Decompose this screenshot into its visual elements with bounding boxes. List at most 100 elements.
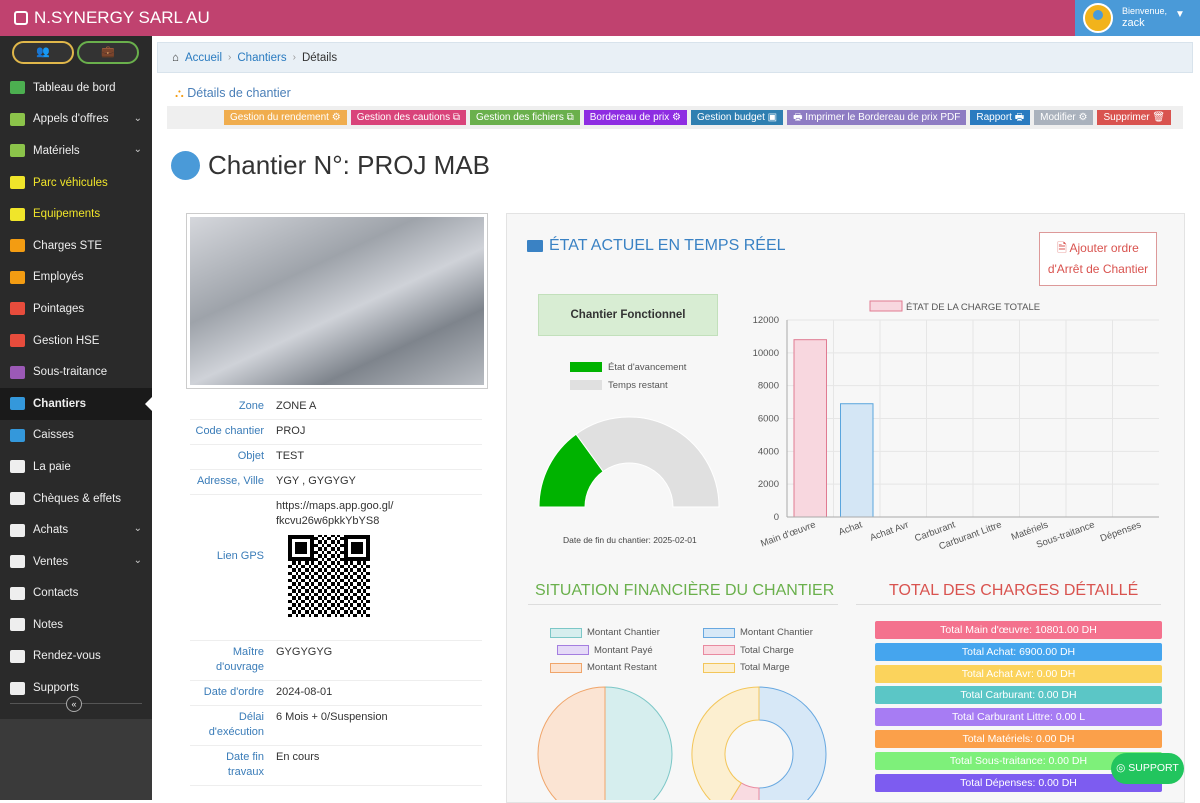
sidebar-item-gestion-hse[interactable]: Gestion HSE	[0, 325, 152, 357]
y-tick-label: 6000	[758, 414, 779, 425]
warning-icon	[10, 334, 25, 348]
status-badge: Chantier Fonctionnel	[538, 294, 718, 336]
sidebar-item-ventes[interactable]: Ventes ⌄	[0, 546, 152, 578]
legend-swatch	[550, 627, 582, 638]
divider	[856, 604, 1161, 605]
legend-label: État d'avancement	[608, 361, 687, 373]
sidebar-item-equipements[interactable]: Equipements	[0, 198, 152, 230]
legend-swatch	[570, 380, 602, 390]
sitemap-icon: ⛬	[175, 86, 184, 100]
sidebar-item-employ-s[interactable]: Employés	[0, 262, 152, 294]
sidebar-item-label: Supports	[33, 682, 80, 695]
dashboard-icon	[10, 81, 25, 95]
details-heading-text: Détails de chantier	[187, 86, 291, 100]
pie-legend-item: Montant Restant	[550, 662, 657, 673]
total-bar: Total Achat: 6900.00 DH	[875, 642, 1162, 661]
action-button-3[interactable]: Bordereau de prix ⚙	[583, 110, 688, 125]
field-label: Lien GPS	[216, 550, 264, 562]
avatar	[1083, 3, 1113, 33]
sidebar-item-label: Tableau de bord	[33, 81, 116, 94]
qr-code	[288, 535, 370, 617]
sidebar-item-label: Chantiers	[33, 397, 87, 410]
action-button-7[interactable]: Modifier ⚙	[1034, 110, 1094, 125]
field-value: GYGYGYG	[276, 646, 333, 658]
field-value: 6 Mois + 0/Suspension	[276, 711, 388, 723]
sidebar-item-label: Equipements	[33, 208, 101, 221]
action-button-5[interactable]: 🖶 Imprimer le Bordereau de prix PDF	[787, 110, 967, 125]
sidebar: 👥 💼 Tableau de bord Appels d'offres ⌄ Matér…	[0, 36, 152, 800]
collapse-sidebar[interactable]: «	[10, 696, 142, 712]
sidebar-item-label: Rendez-vous	[33, 650, 101, 663]
action-button-8[interactable]: Supprimer 🗑	[1097, 110, 1172, 125]
donut-slice	[758, 686, 827, 800]
legend-swatch	[703, 627, 735, 638]
project-info: Zone ZONE A Code chantier PROJ Objet TEST Adre…	[190, 395, 482, 786]
action-button-0[interactable]: Gestion du rendement ⚙	[224, 110, 347, 125]
user-menu[interactable]: Bienvenue, zack ▼	[1075, 0, 1200, 36]
sidebar-item-contacts[interactable]: Contacts	[0, 578, 152, 610]
users-toggle-button[interactable]: 👥	[12, 41, 74, 64]
field-label: Objet	[237, 450, 264, 462]
sidebar-item-tableau-de-bord[interactable]: Tableau de bord	[0, 72, 152, 104]
sidebar-item-achats[interactable]: Achats ⌄	[0, 514, 152, 546]
pie-slice	[604, 686, 673, 800]
details-heading: ⛬ Détails de chantier	[175, 86, 291, 101]
sidebar-item-pointages[interactable]: Pointages	[0, 293, 152, 325]
briefcase-toggle-button[interactable]: 💼	[77, 41, 139, 64]
total-bar: Total Main d'œuvre: 10801.00 DH	[875, 621, 1162, 639]
pie-legend-item: Total Charge	[703, 645, 794, 656]
action-button-1[interactable]: Gestion des cautions ⧉	[350, 110, 467, 125]
field-label: Date d'ordre	[203, 686, 264, 698]
y-tick-label: 2000	[758, 479, 779, 490]
home-icon[interactable]: ⌂	[172, 52, 179, 64]
sidebar-footer	[0, 719, 152, 800]
x-tick-label: Main d'œuvre	[759, 519, 817, 549]
sidebar-item-ch-ques-effets[interactable]: Chèques & effets	[0, 483, 152, 515]
end-date: Date de fin du chantier: 2025-02-01	[563, 535, 697, 545]
pie-legend-item: Montant Payé	[557, 645, 653, 656]
breadcrumb-chantiers[interactable]: Chantiers	[237, 52, 286, 64]
gps-link[interactable]: https://maps.app.goo.gl/ fkcvu26w6pkkYbY…	[276, 499, 406, 529]
brand[interactable]: N.SYNERGY SARL AU	[14, 8, 210, 28]
legend-swatch	[703, 662, 735, 673]
info-row: Date d'ordre 2024-08-01	[190, 681, 482, 706]
field-label: Code chantier	[195, 425, 265, 437]
castle-icon	[171, 151, 200, 180]
add-stop-order-button[interactable]: 🗎 Ajouter ordre d'Arrêt de Chantier	[1039, 232, 1157, 286]
sidebar-item-rendez-vous[interactable]: Rendez-vous	[0, 641, 152, 673]
greeting: Bienvenue,	[1122, 6, 1168, 16]
sidebar-item-appels-d-offres[interactable]: Appels d'offres ⌄	[0, 104, 152, 136]
sidebar-item-chantiers[interactable]: Chantiers	[0, 387, 152, 420]
y-tick-label: 10000	[753, 348, 779, 359]
bar	[840, 403, 874, 518]
sidebar-item-parc-v-hicules[interactable]: Parc véhicules	[0, 167, 152, 199]
sidebar-item-mat-riels[interactable]: Matériels ⌄	[0, 135, 152, 167]
financial-title: SITUATION FINANCIÈRE DU CHANTIER	[535, 582, 835, 599]
action-button-6[interactable]: Rapport 🖶	[970, 110, 1031, 125]
folder-icon	[527, 240, 543, 252]
sidebar-item-caisses[interactable]: Caisses	[0, 420, 152, 452]
sidebar-item-la-paie[interactable]: La paie	[0, 451, 152, 483]
total-bar: Total Carburant Littre: 0.00 L	[875, 708, 1162, 727]
info-row: Objet TEST	[190, 445, 482, 470]
action-button-4[interactable]: Gestion budget ▣	[691, 110, 784, 125]
gauge-segment	[575, 416, 720, 508]
support-button[interactable]: ◎ SUPPORT	[1111, 753, 1184, 784]
sidebar-item-charges-ste[interactable]: Charges STE	[0, 230, 152, 262]
x-tick-label: Dépenses	[1099, 519, 1143, 544]
pie-slice	[537, 686, 606, 800]
field-label: Maître d'ouvrage	[216, 646, 264, 673]
sitemap-icon	[10, 365, 25, 379]
legend-label: Montant Chantier	[587, 627, 660, 638]
breadcrumb-home[interactable]: Accueil	[185, 52, 222, 64]
sidebar-item-notes[interactable]: Notes	[0, 609, 152, 641]
sidebar-item-label: Contacts	[33, 587, 79, 600]
action-button-2[interactable]: Gestion des fichiers ⧉	[470, 110, 580, 125]
double-chevron-left-icon[interactable]: «	[66, 696, 82, 712]
sidebar-item-sous-traitance[interactable]: Sous-traitance	[0, 356, 152, 388]
total-bar: Total Matériels: 0.00 DH	[875, 729, 1162, 748]
caret-down-icon: ▼	[1175, 9, 1185, 20]
bar-chart-title: ÉTAT DE LA CHARGE TOTALE	[906, 302, 1040, 313]
chat-icon	[10, 649, 25, 663]
users-icon: 👥	[36, 46, 50, 58]
